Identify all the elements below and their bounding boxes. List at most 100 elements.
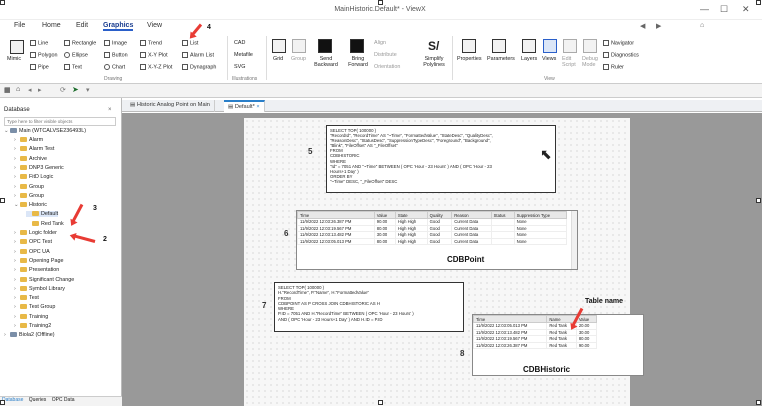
tab-close-icon[interactable]: × <box>256 104 259 110</box>
tree-item-alarm[interactable]: › Alarm <box>14 137 43 143</box>
column-header[interactable]: Time <box>472 315 548 323</box>
polygon-tool[interactable]: Polygon <box>30 52 57 58</box>
tree-item-training[interactable]: › Training <box>14 314 48 320</box>
layers-icon[interactable] <box>522 39 536 53</box>
bring-forward-icon[interactable] <box>350 39 364 53</box>
table-row[interactable]: 11/9/2022 12:03:26.387 PM 90.00 High High G… <box>297 218 568 226</box>
forward-icon[interactable]: ▸ <box>38 86 42 94</box>
tree-item-opc-ua[interactable]: › OPC UA <box>14 249 50 255</box>
svg-button[interactable]: SVG <box>234 64 245 70</box>
tab-opc-data[interactable]: OPC Data <box>52 397 75 403</box>
dynagraph-tool[interactable]: Dynagraph <box>182 64 216 70</box>
orientation-button[interactable]: Orientation <box>374 64 400 70</box>
table-row[interactable]: 11/9/2022 12:03:13.482 PM 30.00 High High G… <box>297 231 568 239</box>
refresh-icon[interactable]: ⟳ <box>60 86 66 94</box>
menu-graphics[interactable]: Graphics <box>103 22 134 31</box>
text-tool[interactable]: Text <box>64 64 82 70</box>
simplify-polylines-icon[interactable]: S/ <box>428 39 439 53</box>
close-icon[interactable]: × <box>108 107 112 113</box>
trend-tool[interactable]: Trend <box>140 40 162 46</box>
menu-file[interactable]: File <box>14 22 25 29</box>
cdbhistoric-list[interactable]: Time Name Value 11/9/2022 12:03:05.013 PM Re… <box>472 314 644 376</box>
navigator-button[interactable]: Navigator <box>603 40 634 46</box>
tree-root[interactable]: ⌄ Main (WTCALVSE236493L) <box>4 128 86 134</box>
column-header[interactable]: Quality <box>426 211 453 219</box>
close-icon[interactable]: ✕ <box>742 4 750 15</box>
tab-default[interactable]: ▤ Default* × <box>224 100 265 112</box>
line-tool[interactable]: Line <box>30 40 48 46</box>
group-icon[interactable] <box>292 39 306 53</box>
rectangle-tool[interactable]: Rectangle <box>64 40 96 46</box>
mimic-icon[interactable] <box>10 40 24 54</box>
xy-plot-tool[interactable]: X-Y Plot <box>140 52 168 58</box>
distribute-button[interactable]: Distribute <box>374 52 397 58</box>
edit-script-icon[interactable] <box>563 39 577 53</box>
grid-icon[interactable] <box>272 39 286 53</box>
home-icon[interactable]: ⌂ <box>700 22 704 29</box>
tree-item-fitd-logic[interactable]: › FitD Logic <box>14 174 53 180</box>
back-icon[interactable]: ◂ <box>28 86 32 94</box>
views-icon[interactable] <box>543 39 557 53</box>
column-header[interactable]: Value <box>373 211 396 219</box>
chart-tool[interactable]: Chart <box>104 64 125 70</box>
diagnostics-button[interactable]: Diagnostics <box>603 52 639 58</box>
selection-handle[interactable] <box>756 0 761 5</box>
select-mode-icon[interactable]: ➤ <box>72 85 79 94</box>
edit-script-button[interactable]: Edit Script <box>562 56 578 68</box>
group-button[interactable]: Group <box>291 56 306 62</box>
grid-button[interactable]: Grid <box>273 56 283 62</box>
button-tool[interactable]: Button <box>104 52 128 58</box>
tree-item-alarm-test[interactable]: › Alarm Test <box>14 146 54 152</box>
maximize-icon[interactable]: ☐ <box>720 4 728 15</box>
table-row[interactable]: 11/9/2022 12:03:05.013 PM 80.00 High High G… <box>297 237 568 245</box>
list-tool[interactable]: List <box>182 40 198 46</box>
minimize-icon[interactable]: — <box>700 4 709 14</box>
tree-item-group[interactable]: › Group <box>14 193 44 199</box>
tree-item-training2[interactable]: › Training2 <box>14 323 51 329</box>
simplify-polylines-button[interactable]: Simplify Polylines <box>420 56 448 68</box>
bring-forward-button[interactable]: Bring Forward <box>343 56 373 68</box>
nav-back-icon[interactable]: ◀ <box>640 22 645 30</box>
tree-item-default[interactable]: Default <box>26 211 59 218</box>
parameters-button[interactable]: Parameters <box>487 56 515 62</box>
ellipse-tool[interactable]: Ellipse <box>64 52 88 58</box>
selection-handle[interactable] <box>378 0 383 5</box>
filter-input[interactable] <box>4 117 116 126</box>
menu-edit[interactable]: Edit <box>76 22 88 29</box>
grid-view-icon[interactable]: ▦ <box>4 86 11 94</box>
layers-button[interactable]: Layers <box>521 56 537 62</box>
selection-handle[interactable] <box>756 198 761 203</box>
menu-view[interactable]: View <box>147 22 162 29</box>
tree-item-test-group[interactable]: › Test Group <box>14 304 55 310</box>
menu-home[interactable]: Home <box>42 22 61 29</box>
properties-icon[interactable] <box>462 39 476 53</box>
sql-query-join[interactable]: SELECT TOP( 100000 ) H."RecordTime", P."… <box>274 282 464 332</box>
column-header[interactable]: Suppression Type <box>513 211 568 219</box>
selection-handle[interactable] <box>0 198 5 203</box>
tree-item-opc-test[interactable]: › OPC Test <box>14 239 52 245</box>
dropdown-icon[interactable]: ▾ <box>86 86 90 94</box>
tree-item-historic[interactable]: ⌄ Historic <box>14 202 47 208</box>
properties-button[interactable]: Properties <box>457 56 482 62</box>
cdbpoint-list[interactable]: Time Value State Quality Reason Status Suppres… <box>296 210 578 270</box>
selection-handle[interactable] <box>378 400 383 405</box>
tree-item-group[interactable]: › Group <box>14 184 44 190</box>
tree-item-archive[interactable]: › Archive <box>14 156 47 162</box>
debug-mode-button[interactable]: Debug Mode <box>582 56 600 68</box>
cad-button[interactable]: CAD <box>234 40 245 46</box>
debug-mode-icon[interactable] <box>583 39 597 53</box>
mimic-button[interactable]: Mimic <box>7 56 21 62</box>
tree-item-red-tank[interactable]: Red Tank <box>26 221 64 227</box>
ruler-button[interactable]: Ruler <box>603 64 624 70</box>
tree-item-opening-page[interactable]: › Opening Page <box>14 258 63 264</box>
metafile-button[interactable]: Metafile <box>234 52 253 58</box>
tab-queries[interactable]: Queries <box>29 397 47 403</box>
image-tool[interactable]: Image <box>104 40 127 46</box>
column-header[interactable]: State <box>394 211 428 219</box>
xyz-plot-tool[interactable]: X-Y-Z Plot <box>140 64 172 70</box>
tree-item-presentation[interactable]: › Presentation <box>14 267 59 273</box>
column-header[interactable]: Status <box>490 211 515 219</box>
tree-item-logic-folder[interactable]: › Logic folder <box>14 230 57 236</box>
column-header[interactable]: Reason <box>451 211 492 219</box>
parameters-icon[interactable] <box>492 39 506 53</box>
